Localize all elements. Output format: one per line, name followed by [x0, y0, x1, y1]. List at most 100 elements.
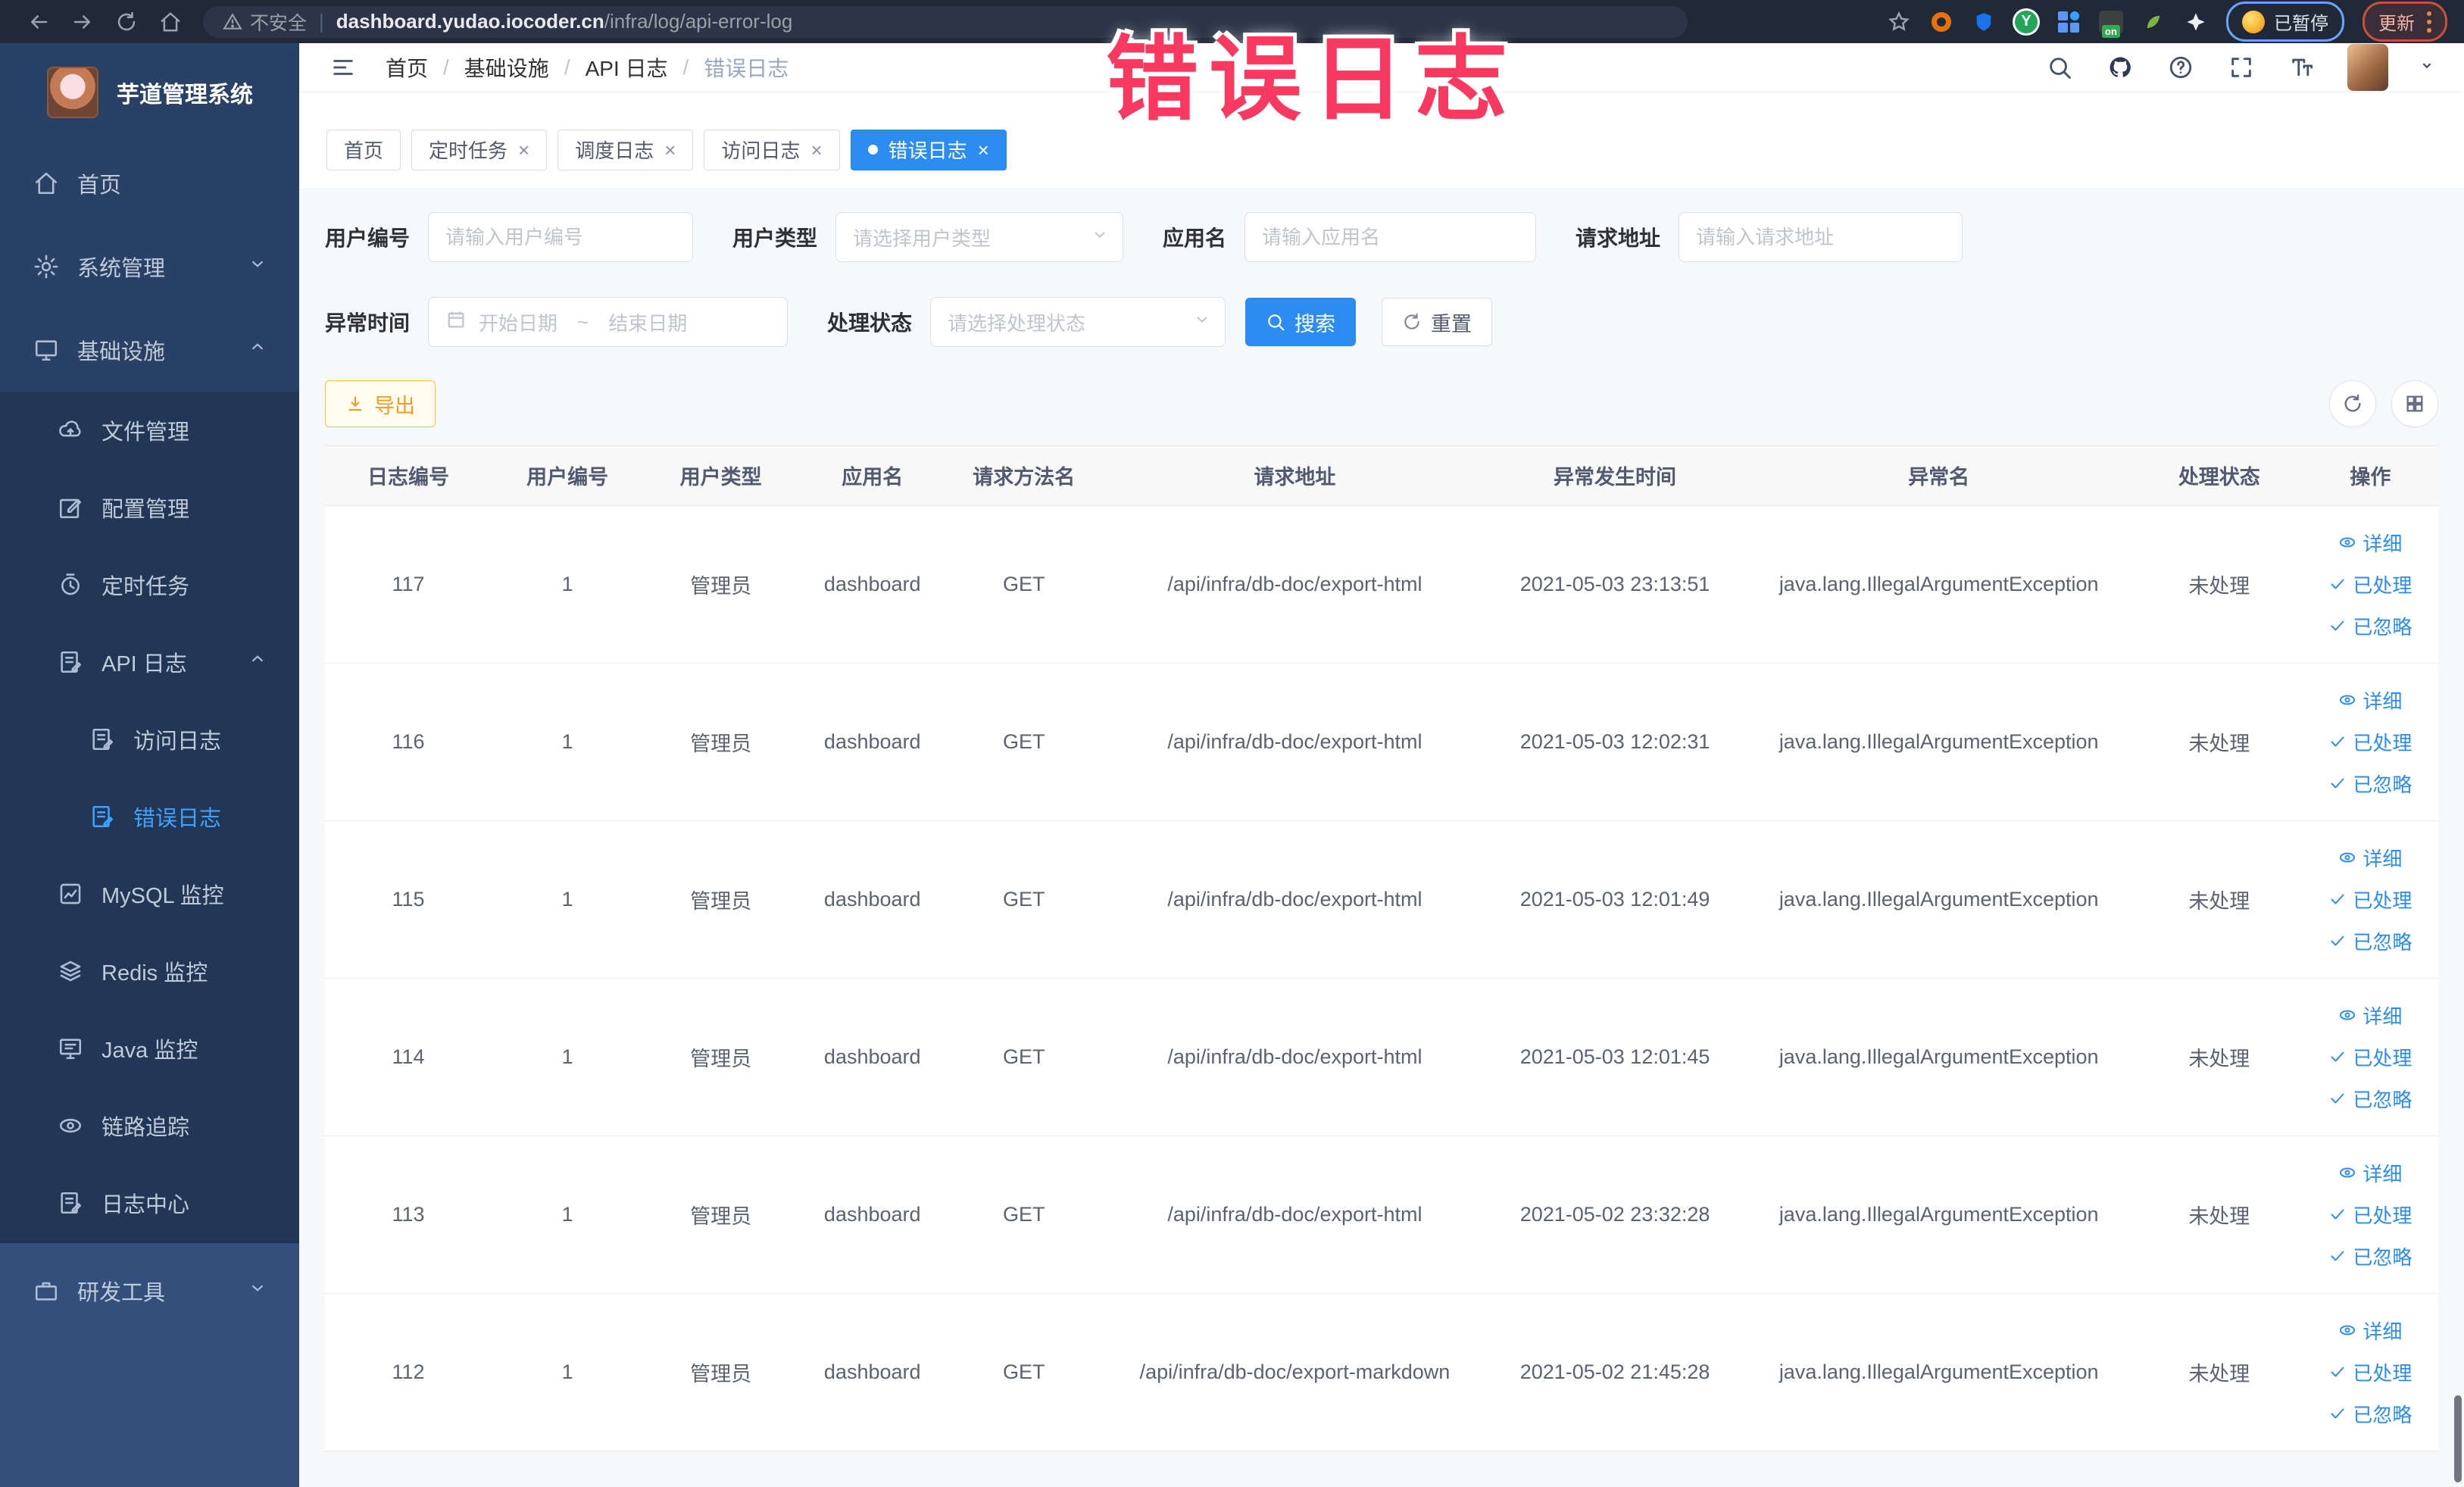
- user-avatar[interactable]: [2347, 43, 2388, 91]
- cell-user-id: 1: [492, 978, 644, 1136]
- refresh-table-button[interactable]: [2329, 380, 2376, 427]
- cell-time: 2021-05-02 23:32:28: [1488, 1136, 1742, 1294]
- detail-link[interactable]: 详细: [2338, 1001, 2402, 1029]
- cell-status: 未处理: [2135, 1293, 2303, 1451]
- mark-processed-link[interactable]: 已处理: [2328, 1358, 2412, 1386]
- browser-back-icon[interactable]: [23, 7, 54, 37]
- sidebar-item-error-log[interactable]: 错误日志: [0, 778, 299, 855]
- sidebar-item-config[interactable]: 配置管理: [0, 469, 299, 546]
- mark-ignored-link[interactable]: 已忽略: [2328, 927, 2412, 955]
- col-status: 处理状态: [2135, 446, 2303, 506]
- extension-leaf-icon[interactable]: [2141, 10, 2166, 34]
- app-logo-block[interactable]: 芋道管理系统: [0, 43, 299, 142]
- request-url-input[interactable]: [1696, 225, 1946, 249]
- user-id-input[interactable]: [445, 225, 676, 249]
- profile-paused-badge[interactable]: 已暂停: [2226, 2, 2344, 42]
- col-user-id: 用户编号: [492, 446, 644, 506]
- browser-update-button[interactable]: 更新: [2363, 2, 2447, 42]
- sidebar-item-dev-tools[interactable]: 研发工具: [0, 1249, 299, 1332]
- date-end[interactable]: 结束日期: [608, 308, 687, 336]
- close-icon[interactable]: ×: [810, 140, 822, 160]
- reset-button[interactable]: 重置: [1382, 298, 1493, 346]
- sidebar-item-system[interactable]: 系统管理: [0, 225, 299, 308]
- sidebar-collapse-icon[interactable]: [328, 52, 358, 83]
- fullscreen-icon[interactable]: [2226, 52, 2256, 83]
- browser-home-icon[interactable]: [155, 7, 186, 37]
- grid-icon: [2406, 395, 2423, 412]
- font-size-icon[interactable]: [2287, 52, 2317, 83]
- detail-link[interactable]: 详细: [2338, 1159, 2402, 1187]
- close-icon[interactable]: ×: [978, 140, 989, 160]
- breadcrumb-infra[interactable]: 基础设施: [464, 52, 549, 83]
- security-label[interactable]: 不安全: [250, 8, 307, 36]
- sidebar-item-home[interactable]: 首页: [0, 142, 299, 225]
- detail-link[interactable]: 详细: [2338, 686, 2402, 714]
- tab-access-log[interactable]: 访问日志 ×: [704, 129, 840, 170]
- table-row: 117 1 管理员 dashboard GET /api/infra/db-do…: [325, 505, 2438, 664]
- detail-link[interactable]: 详细: [2338, 1317, 2402, 1345]
- request-url-field[interactable]: [1679, 212, 1963, 262]
- mark-ignored-link[interactable]: 已忽略: [2328, 1242, 2412, 1270]
- extension-green-icon[interactable]: Y: [2014, 10, 2038, 34]
- search-button[interactable]: 搜索: [1245, 298, 1357, 346]
- sidebar-item-trace[interactable]: 链路追踪: [0, 1087, 299, 1164]
- mark-ignored-link[interactable]: 已忽略: [2328, 770, 2412, 798]
- mark-processed-link[interactable]: 已处理: [2328, 1043, 2412, 1071]
- close-icon[interactable]: ×: [664, 140, 676, 160]
- app-name-input[interactable]: [1262, 225, 1519, 249]
- cell-actions: 详细 已处理 已忽略: [2302, 663, 2438, 821]
- sidebar-item-mysql[interactable]: MySQL 监控: [0, 855, 299, 932]
- process-status-select[interactable]: 请选择处理状态: [930, 297, 1226, 347]
- mark-processed-link[interactable]: 已处理: [2328, 570, 2412, 598]
- app-name-field[interactable]: [1244, 212, 1537, 262]
- sidebar-item-java[interactable]: Java 监控: [0, 1010, 299, 1087]
- breadcrumb-api-log[interactable]: API 日志: [586, 52, 668, 83]
- user-menu-caret-icon[interactable]: [2419, 57, 2435, 77]
- tab-error-log[interactable]: 错误日志 ×: [850, 129, 1007, 170]
- browser-forward-icon[interactable]: [67, 7, 98, 37]
- tab-job-log[interactable]: 调度日志 ×: [557, 129, 694, 170]
- date-start[interactable]: 开始日期: [479, 308, 557, 336]
- sidebar-item-api-log[interactable]: API 日志: [0, 623, 299, 701]
- sidebar-item-log-center[interactable]: 日志中心: [0, 1164, 299, 1242]
- mark-processed-link[interactable]: 已处理: [2328, 728, 2412, 756]
- mark-ignored-link[interactable]: 已忽略: [2328, 1085, 2412, 1113]
- extension-on-badge-icon[interactable]: on: [2099, 10, 2123, 38]
- tab-job[interactable]: 定时任务 ×: [411, 129, 548, 170]
- extension-pinwheel-icon[interactable]: [2184, 10, 2208, 34]
- sidebar-item-redis[interactable]: Redis 监控: [0, 932, 299, 1010]
- sidebar-item-file[interactable]: 文件管理: [0, 392, 299, 469]
- bookmark-star-icon[interactable]: [1887, 10, 1911, 34]
- cell-status: 未处理: [2135, 1136, 2303, 1294]
- extension-grid-icon[interactable]: [2056, 10, 2081, 34]
- url-host[interactable]: dashboard.yudao.iocoder.cn: [336, 10, 604, 33]
- url-path[interactable]: /infra/log/api-error-log: [604, 10, 793, 33]
- extension-shield-icon[interactable]: [1972, 10, 1996, 34]
- vertical-scrollbar[interactable]: [2454, 1395, 2462, 1482]
- help-icon[interactable]: [2166, 52, 2196, 83]
- sidebar-item-job[interactable]: 定时任务: [0, 546, 299, 623]
- sidebar-item-access-log[interactable]: 访问日志: [0, 701, 299, 778]
- sidebar-item-infra[interactable]: 基础设施: [0, 308, 299, 392]
- check-icon: [2331, 1251, 2344, 1261]
- close-icon[interactable]: ×: [518, 140, 529, 160]
- column-settings-button[interactable]: [2391, 380, 2438, 427]
- mark-processed-link[interactable]: 已处理: [2328, 1201, 2412, 1229]
- address-bar[interactable]: 不安全 | dashboard.yudao.iocoder.cn/infra/l…: [203, 5, 1688, 38]
- browser-menu-icon[interactable]: [2427, 11, 2431, 33]
- tab-home[interactable]: 首页: [326, 129, 401, 170]
- mark-processed-link[interactable]: 已处理: [2328, 886, 2412, 914]
- user-type-select[interactable]: 请选择用户类型: [835, 212, 1124, 262]
- search-icon[interactable]: [2044, 52, 2075, 83]
- mark-ignored-link[interactable]: 已忽略: [2328, 1400, 2412, 1428]
- detail-link[interactable]: 详细: [2338, 844, 2402, 872]
- breadcrumb-home[interactable]: 首页: [386, 52, 428, 83]
- export-button[interactable]: 导出: [325, 380, 436, 427]
- mark-ignored-link[interactable]: 已忽略: [2328, 612, 2412, 640]
- github-icon[interactable]: [2105, 52, 2135, 83]
- date-range-picker[interactable]: 开始日期 ~ 结束日期: [428, 297, 789, 347]
- browser-reload-icon[interactable]: [111, 7, 142, 37]
- extension-orange-icon[interactable]: [1929, 10, 1953, 34]
- user-id-field[interactable]: [428, 212, 694, 262]
- detail-link[interactable]: 详细: [2338, 529, 2402, 557]
